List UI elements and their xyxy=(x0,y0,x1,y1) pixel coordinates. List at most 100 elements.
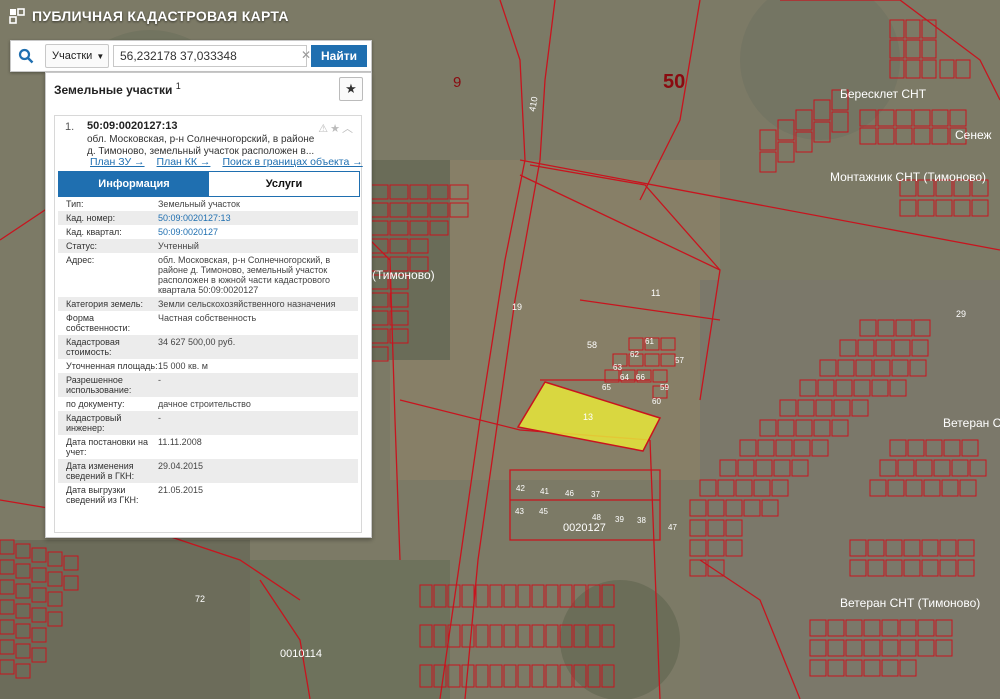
parcel-label: 66 xyxy=(636,373,645,382)
parcel-label: 43 xyxy=(515,507,524,516)
row-value-link[interactable]: 50:09:0020127 xyxy=(158,227,358,237)
parcel-label: 42 xyxy=(516,484,525,493)
row-value-link[interactable]: 50:09:0020127:13 xyxy=(158,213,358,223)
info-tabs: Информация Услуги xyxy=(58,171,360,197)
parcel-label: 59 xyxy=(660,383,669,392)
parcel-label: 45 xyxy=(539,507,548,516)
logo-icon xyxy=(9,8,25,24)
star-icon: ★ xyxy=(345,81,357,96)
result-count: 1 xyxy=(175,81,181,91)
settlement-label: Ветеран СНТ xyxy=(943,416,1000,430)
clear-icon[interactable]: ✕ xyxy=(301,48,311,62)
table-row: Адрес: обл. Московская, р-н Солнечногорск… xyxy=(58,253,358,297)
favorite-button[interactable]: ★ xyxy=(339,77,363,101)
row-key: Уточненная площадь: xyxy=(66,361,158,371)
row-key: Адрес: xyxy=(66,255,95,265)
parcel-label: 62 xyxy=(630,350,639,359)
table-row: Форма собственности: Частная собственност… xyxy=(58,311,358,335)
search-icon[interactable] xyxy=(11,42,41,70)
parcel-label: 41 xyxy=(540,487,549,496)
table-row: Уточненная площадь: 15 000 кв. м xyxy=(58,359,358,373)
row-key: Разрешенное использование: xyxy=(66,375,132,395)
row-key: Кадастровый инженер: xyxy=(66,413,122,433)
parcel-label: 47 xyxy=(668,523,677,532)
link-plan-kk[interactable]: План КК → xyxy=(157,156,211,168)
parcel-label: 65 xyxy=(602,383,611,392)
table-row: Дата постановки на учет: 11.11.2008 xyxy=(58,435,358,459)
map-label-50: 50 xyxy=(663,71,685,93)
row-key: Дата выгрузки сведений из ГКН: xyxy=(66,485,139,505)
result-cad-number[interactable]: 50:09:0020127:13 xyxy=(87,120,178,132)
app-title: ПУБЛИЧНАЯ КАДАСТРОВАЯ КАРТА xyxy=(8,7,289,25)
settlement-label: Сенеж xyxy=(955,128,992,142)
parcel-label: 37 xyxy=(591,490,600,499)
table-row: Кадастровый инженер: - xyxy=(58,411,358,435)
row-value: обл. Московская, р-н Солнечногорский, в … xyxy=(158,255,331,295)
row-value: - xyxy=(158,375,161,385)
parcel-label: 29 xyxy=(956,309,966,319)
result-index: 1. xyxy=(65,121,75,133)
row-value: 11.11.2008 xyxy=(158,437,202,447)
row-value: 21.05.2015 xyxy=(158,485,204,495)
table-row: Кад. номер: 50:09:0020127:13 xyxy=(58,211,358,225)
quarter-label: 0010114 xyxy=(280,648,322,660)
search-type-select[interactable]: Участки ▼ xyxy=(45,44,109,68)
search-bar: Участки ▼ ✕ Найти xyxy=(10,40,372,72)
search-input[interactable] xyxy=(113,45,308,67)
parcel-label: 60 xyxy=(652,397,661,406)
row-key: Категория земель: xyxy=(66,299,143,309)
row-value: дачное строительство xyxy=(158,399,251,409)
table-row: по документу: дачное строительство xyxy=(58,397,358,411)
settlement-label: Бересклет СНТ xyxy=(840,87,927,101)
chevron-up-icon[interactable]: ︿ xyxy=(342,123,355,135)
row-key: Дата изменения сведений в ГКН: xyxy=(66,461,135,481)
result-links: План ЗУ → План КК → Поиск в границах объ… xyxy=(90,156,363,168)
result-card[interactable]: 1. 50:09:0020127:13 ⚠★︿ обл. Московская,… xyxy=(54,115,363,533)
quarter-label: 0020127 xyxy=(563,522,606,534)
row-value: 29.04.2015 xyxy=(158,461,204,471)
parcel-label: 38 xyxy=(637,516,646,525)
app-title-text: ПУБЛИЧНАЯ КАДАСТРОВАЯ КАРТА xyxy=(32,8,289,24)
table-row: Разрешенное использование: - xyxy=(58,373,358,397)
parcel-label: 64 xyxy=(620,373,629,382)
parcel-label: 58 xyxy=(587,340,597,350)
row-key: Статус: xyxy=(66,241,97,251)
row-value: Земли сельскохозяйственного назначения xyxy=(158,299,336,309)
search-type-label: Участки xyxy=(52,50,93,62)
find-button[interactable]: Найти xyxy=(311,45,367,67)
table-row: Кад. квартал: 50:09:0020127 xyxy=(58,225,358,239)
parcel-label: 19 xyxy=(512,302,522,312)
tab-services[interactable]: Услуги xyxy=(209,172,359,196)
parcel-label: 48 xyxy=(592,513,601,522)
parcel-label: 13 xyxy=(583,412,593,422)
settlement-label: Ветеран СНТ (Тимоново) xyxy=(840,596,980,610)
result-address: обл. Московская, р-н Солнечногорский, в … xyxy=(87,134,315,157)
parcel-label: 39 xyxy=(615,515,624,524)
settlement-label: Монтажник СНТ (Тимоново) xyxy=(830,170,986,184)
row-value: Учтенный xyxy=(158,241,199,251)
link-plan-zu[interactable]: План ЗУ → xyxy=(90,156,145,168)
row-value: 34 627 500,00 руб. xyxy=(158,337,236,347)
row-key: Кад. номер: xyxy=(66,213,116,223)
link-search-bounds[interactable]: Поиск в границах объекта → xyxy=(222,156,362,168)
row-value: Частная собственность xyxy=(158,313,257,323)
row-key: Форма собственности: xyxy=(66,313,131,333)
star-outline-icon[interactable]: ★ xyxy=(330,123,342,135)
parcel-label: 57 xyxy=(675,356,684,365)
row-value: Земельный участок xyxy=(158,199,240,209)
parcel-label: 11 xyxy=(651,288,660,298)
parcel-label: 63 xyxy=(613,363,622,372)
row-key: Тип: xyxy=(66,199,84,209)
settlement-label: (Тимоново) xyxy=(372,268,435,282)
parcel-label: 46 xyxy=(565,489,574,498)
table-row: Дата изменения сведений в ГКН: 29.04.2015 xyxy=(58,459,358,483)
panel-title: Земельные участки 1 xyxy=(54,81,181,97)
row-value: 15 000 кв. м xyxy=(158,361,208,371)
table-row: Тип: Земельный участок xyxy=(58,197,358,211)
tab-information[interactable]: Информация xyxy=(59,172,209,196)
table-row: Дата выгрузки сведений из ГКН: 21.05.2015 xyxy=(58,483,358,507)
map-label-9: 9 xyxy=(453,74,461,91)
parcel-label: 61 xyxy=(645,337,654,346)
results-panel: Земельные участки 1 ★ 1. 50:09:0020127:1… xyxy=(45,72,372,538)
panel-title-text: Земельные участки xyxy=(54,83,173,97)
